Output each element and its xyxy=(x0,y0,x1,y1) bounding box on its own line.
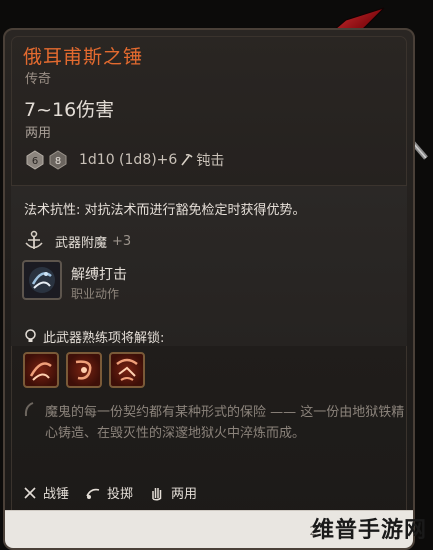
unfettered-strike-icon xyxy=(29,267,55,293)
hand-icon xyxy=(152,487,162,501)
crimson-strike-icon[interactable] xyxy=(23,352,59,388)
item-tooltip: 俄耳甫斯之锤 传奇 7~16伤害 两用 6 8 1d10 (1d8)+6 钝击 … xyxy=(3,28,415,550)
d6-die-value: 6 xyxy=(32,156,38,167)
damage-formula-dice: 1d10 (1d8)+6 xyxy=(79,152,178,168)
d6-die-icon: 6 xyxy=(26,150,44,170)
proficiency-header: 此武器熟练项将解锁: xyxy=(24,327,164,346)
lightbulb-icon xyxy=(25,329,36,342)
smash-glyph-icon xyxy=(116,358,138,381)
item-name: 俄耳甫斯之锤 xyxy=(23,46,144,68)
enchant-anchor-icon xyxy=(25,230,43,249)
throw-icon xyxy=(86,488,100,499)
enchant-label: 武器附魔 xyxy=(55,235,108,251)
tag-versatile-label: 两用 xyxy=(171,487,198,502)
d8-die-value: 8 xyxy=(55,156,61,167)
spell-resistance-text: 法术抗性: 对抗法术而进行豁免检定时获得优势。 xyxy=(24,203,306,218)
proficiency-actions xyxy=(23,352,152,388)
action-name: 解缚打击 xyxy=(71,267,127,283)
weapon-enchant-row: 武器附魔 +3 xyxy=(23,230,131,252)
weapon-tags: 战锤 投掷 两用 xyxy=(23,483,213,502)
warhammer-icon xyxy=(24,486,36,499)
spin-glyph-icon xyxy=(75,360,92,380)
tag-warhammer-label: 战锤 xyxy=(43,487,70,502)
item-rarity: 传奇 xyxy=(25,72,52,87)
crimson-smash-icon[interactable] xyxy=(109,352,145,388)
damage-dice-row: 6 8 1d10 (1d8)+6 钝击 xyxy=(25,148,224,172)
tag-thrown-label: 投掷 xyxy=(107,487,134,502)
action-type: 职业动作 xyxy=(71,287,120,301)
strike-glyph-icon xyxy=(29,362,52,381)
proficiency-header-text: 此武器熟练项将解锁: xyxy=(43,331,165,346)
tag-versatile: 两用 xyxy=(149,483,197,502)
damage-formula: 1d10 (1d8)+6 钝击 xyxy=(79,150,224,170)
unfettered-strike-action-button[interactable] xyxy=(22,260,62,300)
enchant-value: +3 xyxy=(112,233,132,249)
bludgeon-icon xyxy=(181,153,193,166)
item-damage: 7~16伤害 xyxy=(24,99,115,121)
d8-die-icon: 8 xyxy=(49,150,67,170)
flavor-text: 魔鬼的每一份契约都有某种形式的保险 —— 这一份由地狱铁精心铸造、在毁灭性的深邃… xyxy=(45,405,405,441)
divider xyxy=(11,185,407,186)
item-handedness: 两用 xyxy=(25,126,52,141)
quill-icon xyxy=(24,402,34,417)
crimson-spin-icon[interactable] xyxy=(66,352,102,388)
tag-thrown: 投掷 xyxy=(85,483,133,502)
tag-warhammer: 战锤 xyxy=(23,483,69,502)
damage-type: 钝击 xyxy=(196,153,225,169)
site-watermark: 维普手游网 xyxy=(311,518,427,543)
